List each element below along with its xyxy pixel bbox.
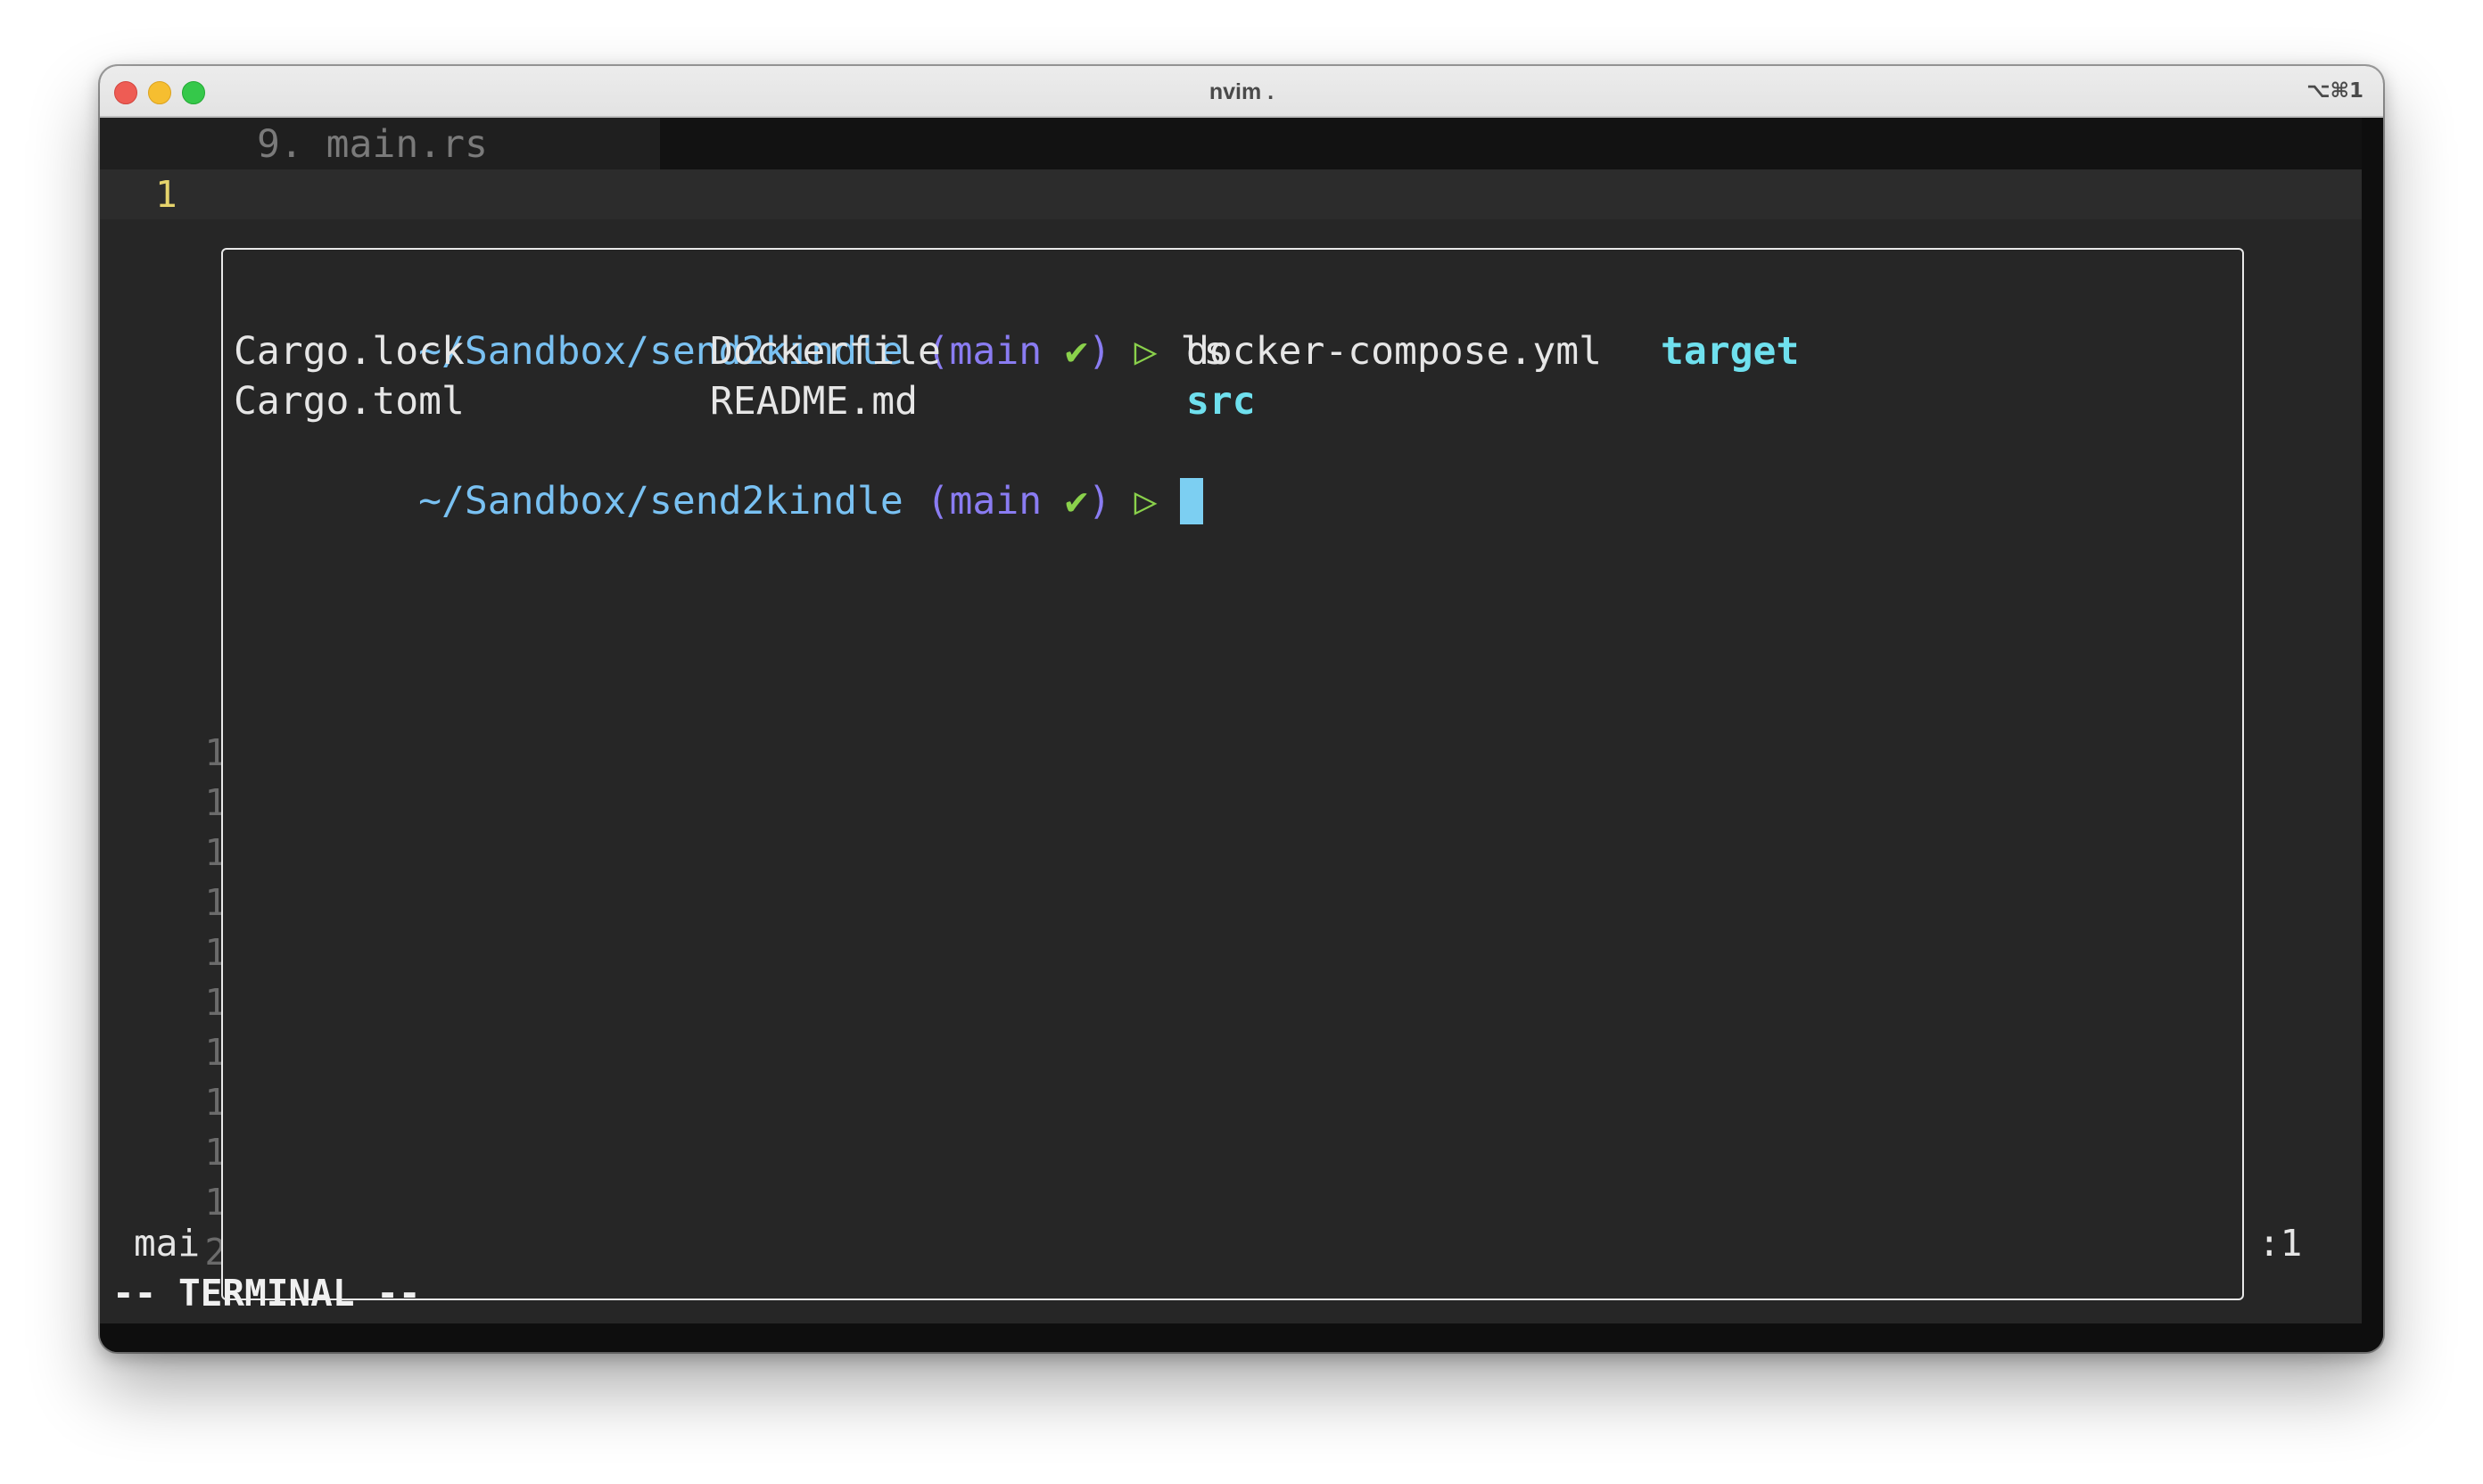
title-bar[interactable]: nvim . ⌥⌘1 (100, 66, 2383, 118)
line-number: 1 (204, 1081, 227, 1124)
current-line-number: 1 (155, 173, 177, 216)
terminal-prompt-line[interactable]: ~/Sandbox/send2kindle (main ✔) ▷ (234, 426, 1204, 524)
line-number: 1 (204, 1031, 227, 1074)
file-entry: Cargo.lock (234, 329, 465, 374)
line-number: 1 (204, 781, 227, 824)
prompt-path: ~/Sandbox/send2kindle (418, 479, 903, 524)
cursor-line-highlight (100, 169, 2362, 219)
file-entry: Dockerfile (710, 329, 941, 374)
prompt-arrow-icon: ▷ (1134, 479, 1158, 524)
line-number: 1 (204, 1131, 227, 1174)
line-number: 1 (204, 931, 227, 974)
line-number: 1 (204, 981, 227, 1024)
listing-row: Cargo.toml README.md src (234, 376, 2196, 426)
directory-entry: src (1186, 379, 1256, 424)
statusline-position: :1 (2258, 1222, 2303, 1265)
terminal-window: nvim . ⌥⌘1 9. main.rs 1 1 1 1 1 1 1 1 1 … (100, 66, 2383, 1352)
git-clean-check-icon: ✔ (1065, 479, 1088, 524)
git-branch: (main (926, 479, 1043, 524)
tab-label: 9. main.rs (257, 122, 488, 167)
window-title: nvim . (1209, 79, 1274, 104)
tab-main-rs[interactable]: 9. main.rs (100, 118, 660, 169)
window-shortcut-label: ⌥⌘1 (2306, 79, 2363, 103)
tabline: 9. main.rs (100, 118, 2362, 169)
file-entry: Cargo.toml (234, 379, 465, 424)
listing-row: Cargo.lock Dockerfile docker-compose.yml… (234, 326, 2196, 376)
directory-entry: target (1661, 329, 1800, 374)
line-number: 1 (204, 731, 227, 774)
mode-indicator: -- TERMINAL -- (112, 1272, 421, 1315)
line-number: 1 (204, 881, 227, 924)
floating-terminal[interactable]: ~/Sandbox/send2kindle (main ✔) ▷ ls Carg… (221, 248, 2244, 1300)
line-number-gutter: 1 1 1 1 1 1 1 1 1 1 2 (182, 728, 227, 1277)
file-entry: docker-compose.yml (1186, 329, 1602, 374)
nvim-editor[interactable]: 9. main.rs 1 1 1 1 1 1 1 1 1 1 1 2 ~/San… (100, 118, 2362, 1352)
statusline-left: mai (134, 1222, 201, 1265)
line-number: 1 (204, 831, 227, 874)
terminal-prompt-line: ~/Sandbox/send2kindle (main ✔) ▷ ls (234, 276, 1226, 374)
git-branch-close: ) (1087, 479, 1111, 524)
window-edge-bottom (100, 1323, 2383, 1352)
terminal-cursor[interactable] (1180, 477, 1204, 524)
file-entry: README.md (710, 379, 918, 424)
window-edge-right (2362, 118, 2383, 1352)
